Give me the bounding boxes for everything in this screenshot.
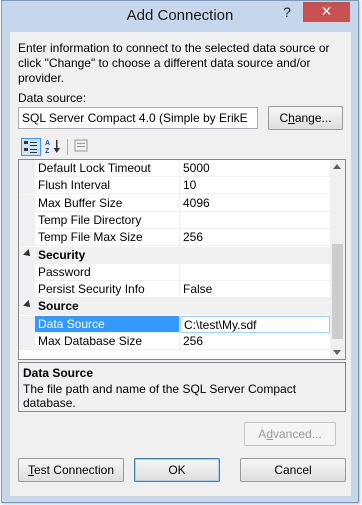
description-panel: Data Source The file path and name of th…	[18, 362, 346, 412]
row-gutter	[19, 229, 35, 247]
row-gutter	[19, 281, 35, 299]
change-button-label: Change...	[279, 111, 332, 125]
row-gutter	[19, 194, 35, 212]
property-name[interactable]: Persist Security Info	[35, 281, 180, 299]
property-row[interactable]: Data Source C:\test\My.sdf	[19, 315, 330, 333]
property-grid-scrollbar[interactable]	[330, 160, 345, 359]
property-grid: Default Lock Timeout 5000 Flush Interval 10…	[18, 159, 346, 360]
categorized-icon[interactable]	[21, 138, 41, 156]
advanced-button-label: Advanced...	[258, 427, 322, 441]
property-name[interactable]: Temp File Directory	[35, 211, 180, 229]
row-gutter	[19, 246, 35, 264]
intro-text: Enter information to connect to the sele…	[18, 41, 330, 85]
property-row[interactable]: Max Database Size 256	[19, 333, 330, 350]
property-row[interactable]: Max Buffer Size 4096	[19, 194, 330, 212]
cancel-button-label: Cancel	[274, 463, 312, 477]
property-row[interactable]: Temp File Directory	[19, 211, 330, 229]
property-row[interactable]: Default Lock Timeout 5000	[19, 160, 330, 177]
scroll-up-arrow-icon[interactable]	[333, 164, 341, 169]
toolbar-separator	[67, 139, 68, 155]
property-value[interactable]: False	[180, 281, 330, 299]
property-name[interactable]: Temp File Max Size	[35, 229, 180, 247]
row-gutter	[19, 160, 35, 177]
category-label: Security	[35, 246, 330, 264]
scrollbar-thumb[interactable]	[332, 244, 343, 339]
title-bar[interactable]: Add Connection ? ✕	[2, 1, 358, 31]
row-gutter	[19, 263, 35, 281]
property-row[interactable]: Flush Interval 10	[19, 177, 330, 195]
property-row[interactable]: Temp File Max Size 256	[19, 229, 330, 247]
property-value[interactable]	[180, 264, 330, 281]
close-button[interactable]: ✕	[303, 2, 350, 22]
property-value[interactable]: 10	[180, 177, 330, 195]
alphabetical-sort-icon[interactable]: A Z	[43, 138, 63, 156]
property-value[interactable]: 256	[180, 333, 330, 350]
property-pages-icon	[71, 138, 91, 156]
test-connection-button[interactable]: Test Connection	[18, 458, 124, 482]
property-name[interactable]: Flush Interval	[35, 177, 180, 195]
row-gutter	[19, 177, 35, 195]
category-label: Source	[35, 298, 330, 316]
collapse-arrow-icon[interactable]	[23, 248, 33, 259]
cancel-button[interactable]: Cancel	[240, 458, 346, 482]
category-row[interactable]: Security	[19, 246, 330, 264]
test-connection-label: Test Connection	[27, 463, 115, 477]
row-gutter	[19, 211, 35, 229]
data-source-label: Data source:	[18, 91, 87, 105]
property-name[interactable]: Default Lock Timeout	[35, 160, 180, 177]
property-name[interactable]: Max Database Size	[35, 333, 180, 350]
property-grid-toolbar: A Z	[18, 136, 346, 158]
property-value[interactable]	[180, 212, 330, 229]
description-title: Data Source	[23, 366, 94, 380]
property-value[interactable]: 5000	[180, 160, 330, 177]
alphabetical-sort-icon-glyph: A Z	[45, 140, 60, 155]
collapse-arrow-icon[interactable]	[23, 300, 33, 311]
property-name[interactable]: Data Source	[35, 315, 180, 333]
property-value[interactable]: C:\test\My.sdf	[180, 315, 330, 333]
row-gutter	[19, 298, 35, 316]
property-row[interactable]: Password	[19, 263, 330, 281]
help-button[interactable]: ?	[274, 2, 300, 22]
ok-button[interactable]: OK	[134, 458, 220, 482]
svg-text:A: A	[45, 140, 50, 147]
add-connection-dialog: Add Connection ? ✕ Enter information to …	[1, 0, 359, 503]
dialog-body: Enter information to connect to the sele…	[10, 32, 351, 496]
property-row[interactable]: Persist Security Info False	[19, 281, 330, 299]
svg-text:Z: Z	[45, 148, 50, 154]
category-row[interactable]: Source	[19, 298, 330, 316]
row-gutter	[19, 333, 35, 350]
property-value[interactable]: 4096	[180, 195, 330, 212]
property-name[interactable]: Password	[35, 263, 180, 281]
property-name[interactable]: Max Buffer Size	[35, 194, 180, 212]
categorized-icon-glyph	[24, 141, 37, 153]
row-gutter	[19, 315, 35, 333]
ok-button-label: OK	[168, 463, 186, 477]
advanced-button[interactable]: Advanced...	[244, 422, 336, 446]
change-button[interactable]: Change...	[268, 106, 343, 130]
scroll-down-arrow-icon[interactable]	[333, 350, 341, 355]
property-value[interactable]: 256	[180, 229, 330, 247]
property-pages-icon-glyph	[74, 139, 88, 152]
description-text: The file path and name of the SQL Server…	[23, 382, 297, 410]
data-source-field: SQL Server Compact 4.0 (Simple by ErikE	[18, 107, 258, 129]
